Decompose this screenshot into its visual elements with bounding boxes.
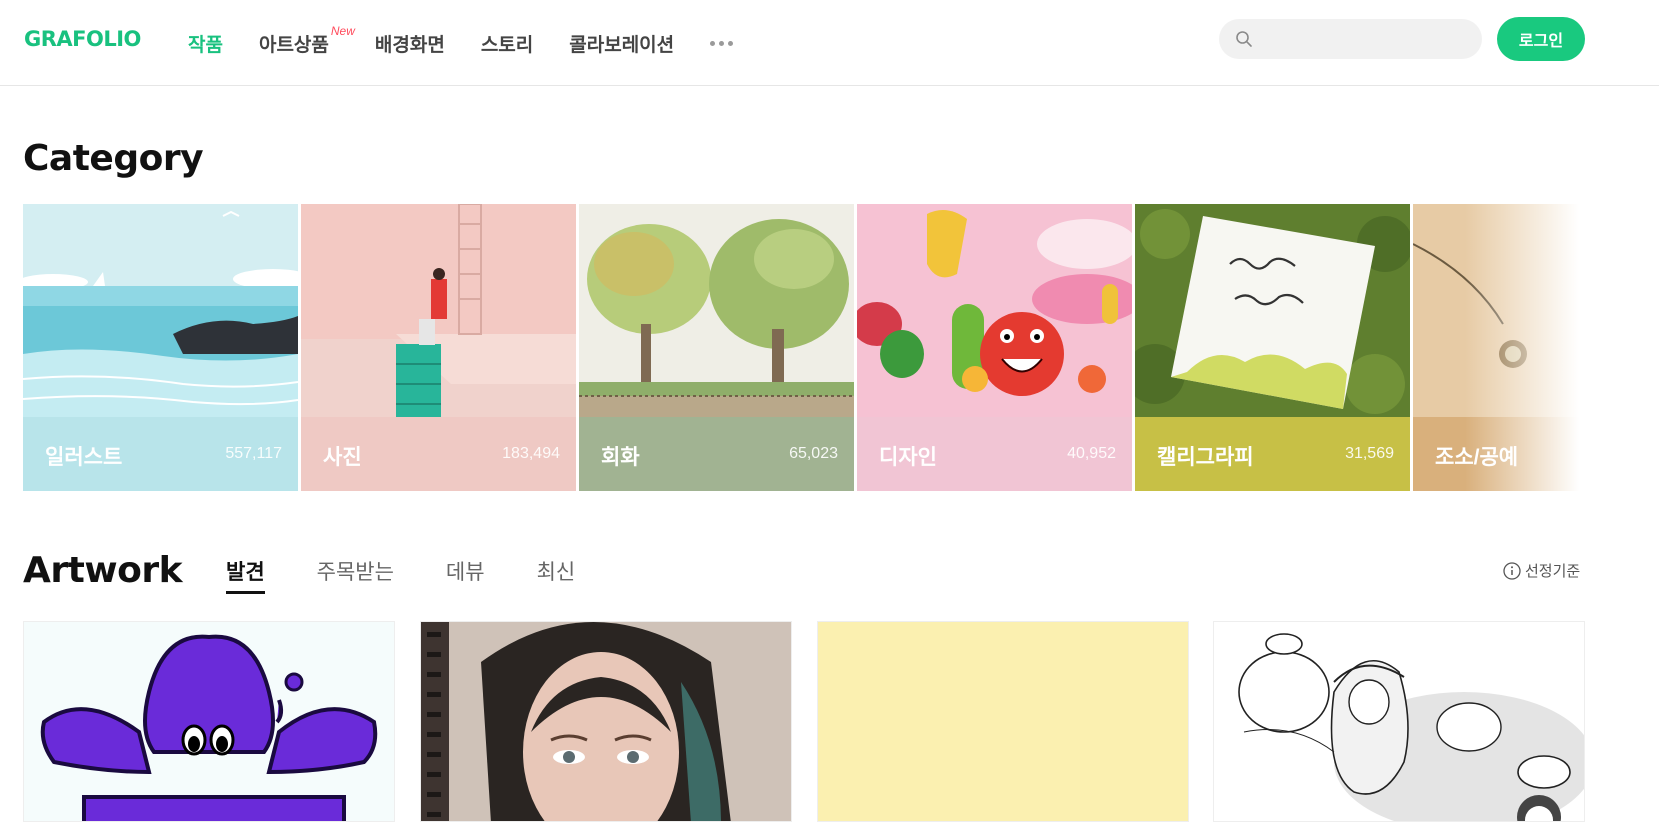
more-dots-icon[interactable] [710,40,734,46]
category-footer: 디자인 40,952 [857,417,1132,491]
selection-criteria-link[interactable]: 선정기준 [1503,560,1580,581]
top-header: GRAFOLIO 작품 아트상품 New 배경화면 스토리 콜라보레이션 로그인 [0,0,1659,86]
category-count: 183,494 [502,445,560,462]
category-card-craft[interactable]: 조소/공예 [1413,204,1585,491]
artwork-card[interactable] [817,621,1189,822]
artwork-grid [23,621,1585,822]
search-icon [1236,31,1252,47]
artwork-tabs: 발견 주목받는 데뷰 최신 [226,556,627,594]
category-card-painting[interactable]: 회화 65,023 [579,204,854,491]
category-count: 40,952 [1067,445,1116,462]
category-footer: 캘리그라피 31,569 [1135,417,1410,491]
artwork-card[interactable] [1213,621,1585,822]
category-image [1135,204,1410,417]
category-image [301,204,576,417]
nav-item-wallpaper[interactable]: 배경화면 [375,30,445,57]
category-count: 557,117 [225,445,282,462]
category-card-calligraphy[interactable]: 캘리그라피 31,569 [1135,204,1410,491]
category-card-design[interactable]: 디자인 40,952 [857,204,1132,491]
category-name: 조소/공예 [1435,446,1519,469]
category-card-photo[interactable]: 사진 183,494 [301,204,576,491]
tab-latest[interactable]: 최신 [537,556,576,594]
grafolio-logo[interactable]: GRAFOLIO [24,27,141,51]
artwork-thumbnail [1214,622,1584,821]
nav-item-label: 콜라보레이션 [569,34,675,56]
artwork-thumbnail [421,622,791,821]
search-input[interactable] [1263,19,1468,59]
category-name: 일러스트 [45,446,123,469]
category-image [857,204,1132,417]
nav-item-story[interactable]: 스토리 [481,30,533,57]
category-footer: 회화 65,023 [579,417,854,491]
login-button[interactable]: 로그인 [1497,17,1585,61]
nav-item-label: 작품 [188,34,223,56]
category-image [1413,204,1585,417]
main-nav: 작품 아트상품 New 배경화면 스토리 콜라보레이션 [188,0,734,86]
artwork-card[interactable] [420,621,792,822]
info-icon [1503,561,1521,580]
artwork-thumbnail [24,622,394,821]
nav-item-art-goods[interactable]: 아트상품 New [258,24,355,57]
tab-noticed[interactable]: 주목받는 [317,556,394,594]
nav-item-label: 스토리 [480,34,534,56]
tab-debut[interactable]: 데뷰 [446,556,485,594]
nav-item-collaboration[interactable]: 콜라보레이션 [569,30,674,57]
category-footer: 일러스트 557,117 [23,417,298,491]
category-image [579,204,854,417]
artwork-title: Artwork [23,550,183,591]
category-footer: 사진 183,494 [301,417,576,491]
nav-item-label: 아트상품 [258,34,329,56]
category-name: 캘리그라피 [1157,446,1254,469]
category-name: 디자인 [879,446,937,469]
category-name: 회화 [601,446,640,469]
category-image [23,204,298,417]
nav-item-label: 배경화면 [374,34,445,56]
nav-item-artwork[interactable]: 작품 [188,30,223,57]
new-badge: New [330,23,355,38]
artwork-card[interactable] [23,621,395,822]
category-carousel: 일러스트 557,117 사진 183,494 회화 65,023 디자인 40… [23,204,1585,491]
criteria-label: 선정기준 [1525,563,1581,580]
category-count: 31,569 [1345,445,1394,462]
artwork-thumbnail [818,622,1188,821]
tab-discover[interactable]: 발견 [226,556,265,594]
category-footer: 조소/공예 [1413,417,1585,491]
category-card-illustration[interactable]: 일러스트 557,117 [23,204,298,491]
category-name: 사진 [323,446,362,469]
category-title: Category [23,138,204,179]
category-count: 65,023 [789,445,838,462]
search-box[interactable] [1219,19,1482,59]
